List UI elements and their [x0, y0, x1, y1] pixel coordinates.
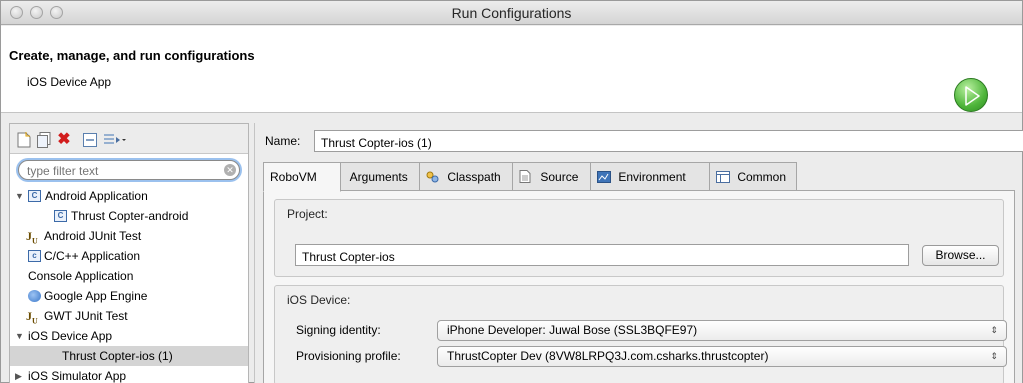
select-value: iPhone Developer: Juwal Bose (SSL3BQFE97…: [447, 323, 698, 337]
filter-configurations-icon[interactable]: [82, 132, 98, 148]
title-bar[interactable]: Run Configurations: [1, 1, 1022, 25]
android-app-icon: C: [28, 190, 41, 202]
tab-environment[interactable]: Environment: [590, 162, 710, 191]
delete-configuration-icon[interactable]: ✖: [56, 132, 72, 148]
classpath-icon: [426, 165, 439, 183]
tree-item-label: C/C++ Application: [44, 249, 141, 263]
c-app-icon: c: [28, 250, 41, 262]
ios-device-group-title: iOS Device:: [287, 293, 351, 307]
run-configurations-window: Run Configurations Create, manage, and r…: [0, 0, 1023, 383]
provisioning-profile-select[interactable]: ThrustCopter Dev (8VW8LRPQ3J.com.csharks…: [437, 346, 1007, 367]
left-toolbar: ✖: [10, 124, 248, 154]
configuration-name-field[interactable]: [314, 130, 1023, 152]
tree-item-label: Thrust Copter-android: [71, 209, 189, 223]
tree-item-label: Google App Engine: [44, 289, 148, 303]
duplicate-configuration-icon[interactable]: [36, 132, 52, 148]
tree-item-android-application[interactable]: ▼ C Android Application: [10, 186, 248, 206]
config-tabs: RoboVM Arguments Classpath Source Enviro…: [263, 162, 1023, 192]
header-title: Create, manage, and run configurations: [9, 48, 255, 63]
tree-item-label: iOS Device App: [28, 329, 113, 343]
tree-item-ios-simulator-app[interactable]: ▶ iOS Simulator App: [10, 366, 248, 383]
environment-icon: [597, 165, 611, 183]
configuration-editor: Name: RoboVM Arguments Classpath Source: [254, 123, 1023, 383]
tab-label: RoboVM: [270, 170, 317, 184]
tab-label: Classpath: [447, 170, 501, 184]
configuration-tree: ▼ C Android Application C Thrust Copter-…: [10, 186, 248, 383]
tree-item-c-cpp-application[interactable]: c C/C++ Application: [10, 246, 248, 266]
configurations-pane: ✖ ✕ ▼ C Android Application C Thrust Cop…: [9, 123, 249, 383]
tree-item-thrust-copter-ios[interactable]: Thrust Copter-ios (1): [10, 346, 248, 366]
project-group-title: Project:: [287, 207, 328, 221]
tab-label: Environment: [618, 170, 686, 184]
source-icon: [519, 165, 532, 183]
project-group: Project: Browse...: [274, 199, 1004, 277]
app-engine-icon: [28, 290, 41, 302]
ios-device-group: iOS Device: Signing identity: iPhone Dev…: [274, 285, 1007, 383]
tree-item-label: iOS Simulator App: [28, 369, 127, 383]
tree-item-label: Thrust Copter-ios (1): [62, 349, 173, 363]
dialog-header: Create, manage, and run configurations i…: [1, 26, 1022, 113]
android-app-icon: C: [54, 210, 67, 222]
tab-classpath[interactable]: Classpath: [419, 162, 513, 191]
tree-item-label: Android Application: [45, 189, 148, 203]
tree-item-label: Console Application: [28, 269, 134, 283]
filter-input[interactable]: [18, 160, 240, 180]
junit-icon: JU: [26, 229, 38, 246]
provisioning-profile-label: Provisioning profile:: [296, 349, 401, 363]
tree-item-label: GWT JUnit Test: [44, 309, 128, 323]
tree-item-google-app-engine[interactable]: Google App Engine: [10, 286, 248, 306]
junit-icon: JU: [26, 309, 38, 326]
select-value: ThrustCopter Dev (8VW8LRPQ3J.com.csharks…: [447, 349, 769, 363]
collapse-all-icon[interactable]: [102, 132, 126, 148]
window-title: Run Configurations: [451, 5, 572, 21]
tab-common[interactable]: Common: [709, 162, 797, 191]
tab-label: Source: [540, 170, 579, 184]
clear-filter-icon[interactable]: ✕: [224, 164, 236, 176]
collapsed-twisty-icon[interactable]: ▶: [15, 366, 22, 383]
signing-identity-label: Signing identity:: [296, 323, 381, 337]
robovm-tab-panel: Project: Browse... iOS Device: Signing i…: [263, 190, 1015, 383]
select-arrows-icon: ⇕: [990, 325, 998, 335]
tree-item-android-junit-test[interactable]: JU Android JUnit Test: [10, 226, 248, 246]
signing-identity-select[interactable]: iPhone Developer: Juwal Bose (SSL3BQFE97…: [437, 320, 1007, 341]
new-configuration-icon[interactable]: [16, 132, 32, 148]
tab-label: Common: [737, 170, 787, 184]
common-icon: [716, 165, 730, 183]
run-icon: [954, 78, 988, 112]
project-field[interactable]: [295, 244, 909, 266]
tab-source[interactable]: Source: [512, 162, 591, 191]
tab-label: Arguments: [349, 170, 408, 184]
expanded-twisty-icon[interactable]: ▼: [15, 186, 24, 206]
tab-robovm[interactable]: RoboVM: [263, 162, 341, 192]
header-subtitle: iOS Device App: [27, 75, 112, 89]
expanded-twisty-icon[interactable]: ▼: [15, 326, 24, 346]
tree-item-ios-device-app[interactable]: ▼ iOS Device App: [10, 326, 248, 346]
select-arrows-icon: ⇕: [990, 351, 998, 361]
browse-button[interactable]: Browse...: [922, 245, 999, 266]
tab-arguments[interactable]: Arguments: [340, 162, 420, 191]
tree-item-thrust-copter-android[interactable]: C Thrust Copter-android: [10, 206, 248, 226]
name-label: Name:: [265, 134, 301, 148]
tree-item-console-application[interactable]: Console Application: [10, 266, 248, 286]
tree-item-label: Android JUnit Test: [44, 229, 142, 243]
tree-item-gwt-junit-test[interactable]: JU GWT JUnit Test: [10, 306, 248, 326]
